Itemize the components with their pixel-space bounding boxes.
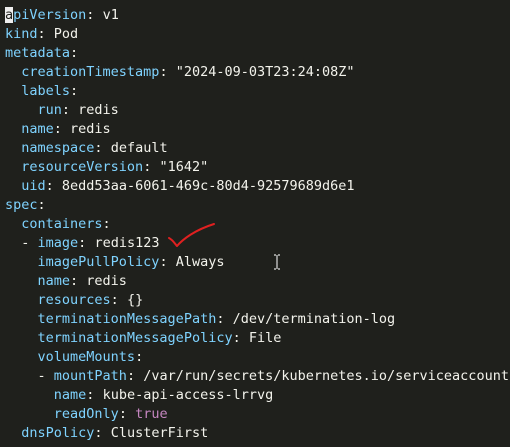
yaml-line-volume-name[interactable]: name: kube-api-access-lrrvg [5, 386, 273, 405]
yaml-value: "1642" [159, 159, 209, 175]
yaml-line-image-pull-policy[interactable]: imagePullPolicy: Always [5, 253, 225, 272]
text-cursor-block: a [5, 7, 14, 23]
yaml-key: name [21, 121, 54, 137]
yaml-key: name [53, 387, 87, 403]
yaml-key: namespace [21, 140, 95, 156]
yaml-line-metadata[interactable]: metadata: [5, 44, 78, 63]
yaml-value: kube-api-access-lrrvg [102, 387, 274, 403]
yaml-key: resources [37, 292, 111, 308]
yaml-value: redis [78, 102, 119, 118]
yaml-line-read-only[interactable]: readOnly: true [5, 405, 168, 424]
yaml-value: true [135, 406, 168, 422]
yaml-value: ClusterFirst [110, 425, 209, 441]
yaml-key: containers [21, 216, 103, 232]
yaml-key: terminationMessagePolicy [37, 330, 233, 346]
yaml-list-dash: - [37, 368, 54, 384]
yaml-key: labels [21, 83, 71, 99]
yaml-line-kind[interactable]: kind: Pod [5, 25, 78, 44]
yaml-line-spec[interactable]: spec: [5, 196, 46, 215]
yaml-line-resources[interactable]: resources: {} [5, 291, 144, 310]
yaml-line-containers[interactable]: containers: [5, 215, 110, 234]
yaml-key: volumeMounts [37, 349, 136, 365]
yaml-value: "2024-09-03T23:24:08Z" [175, 64, 355, 80]
yaml-key: uid [21, 178, 46, 194]
yaml-key: readOnly [53, 406, 119, 422]
yaml-key: mountPath [53, 368, 127, 384]
yaml-value: v1 [102, 7, 119, 23]
yaml-value: /var/run/secrets/kubernetes.io/serviceac… [143, 368, 509, 384]
yaml-line-image[interactable]: - image: redis123 [5, 234, 159, 253]
yaml-value: Always [175, 254, 225, 270]
yaml-value: redis [70, 121, 111, 137]
yaml-key: imagePullPolicy [37, 254, 160, 270]
yaml-line-creation-timestamp[interactable]: creationTimestamp: "2024-09-03T23:24:08Z… [5, 63, 355, 82]
yaml-key: image [37, 235, 79, 251]
yaml-line-container-name[interactable]: name: redis [5, 272, 127, 291]
yaml-line-label-run[interactable]: run: redis [5, 101, 119, 120]
text-ibeam-cursor-icon [274, 254, 280, 270]
yaml-line-metadata-name[interactable]: name: redis [5, 120, 111, 139]
yaml-key: run [37, 102, 62, 118]
yaml-line-apiversion[interactable]: apiVersion: v1 [5, 6, 119, 25]
yaml-key: terminationMessagePath [37, 311, 217, 327]
yaml-editor[interactable]: apiVersion: v1 kind: Pod metadata: creat… [0, 0, 510, 447]
yaml-list-dash: - [21, 235, 38, 251]
yaml-line-mount-path[interactable]: - mountPath: /var/run/secrets/kubernetes… [5, 367, 509, 386]
red-checkmark-icon [168, 223, 215, 247]
yaml-value: redis [86, 273, 127, 289]
yaml-value: /dev/termination-log [232, 311, 396, 327]
yaml-key: creationTimestamp [21, 64, 160, 80]
yaml-line-labels[interactable]: labels: [5, 82, 78, 101]
yaml-value: Pod [53, 26, 79, 42]
yaml-line-termination-message-path[interactable]: terminationMessagePath: /dev/termination… [5, 310, 396, 329]
yaml-line-namespace[interactable]: namespace: default [5, 139, 168, 158]
yaml-key: name [37, 273, 71, 289]
yaml-key: kind [5, 26, 38, 42]
yaml-key: metadata [5, 45, 71, 61]
yaml-line-termination-message-policy[interactable]: terminationMessagePolicy: File [5, 329, 282, 348]
yaml-line-resource-version[interactable]: resourceVersion: "1642" [5, 158, 208, 177]
yaml-value: 8edd53aa-6061-469c-80d4-92579689d6e1 [61, 178, 355, 194]
yaml-value: {} [126, 292, 144, 308]
yaml-key: spec [5, 197, 38, 213]
yaml-value: redis123 [94, 235, 160, 251]
yaml-key: piVersion [13, 7, 87, 23]
yaml-key: dnsPolicy [21, 425, 95, 441]
yaml-value: File [248, 330, 282, 346]
yaml-key: resourceVersion [21, 159, 144, 175]
yaml-line-dns-policy[interactable]: dnsPolicy: ClusterFirst [5, 424, 208, 443]
yaml-value: default [110, 140, 168, 156]
yaml-line-uid[interactable]: uid: 8edd53aa-6061-469c-80d4-92579689d6e… [5, 177, 355, 196]
yaml-line-volume-mounts[interactable]: volumeMounts: [5, 348, 144, 367]
